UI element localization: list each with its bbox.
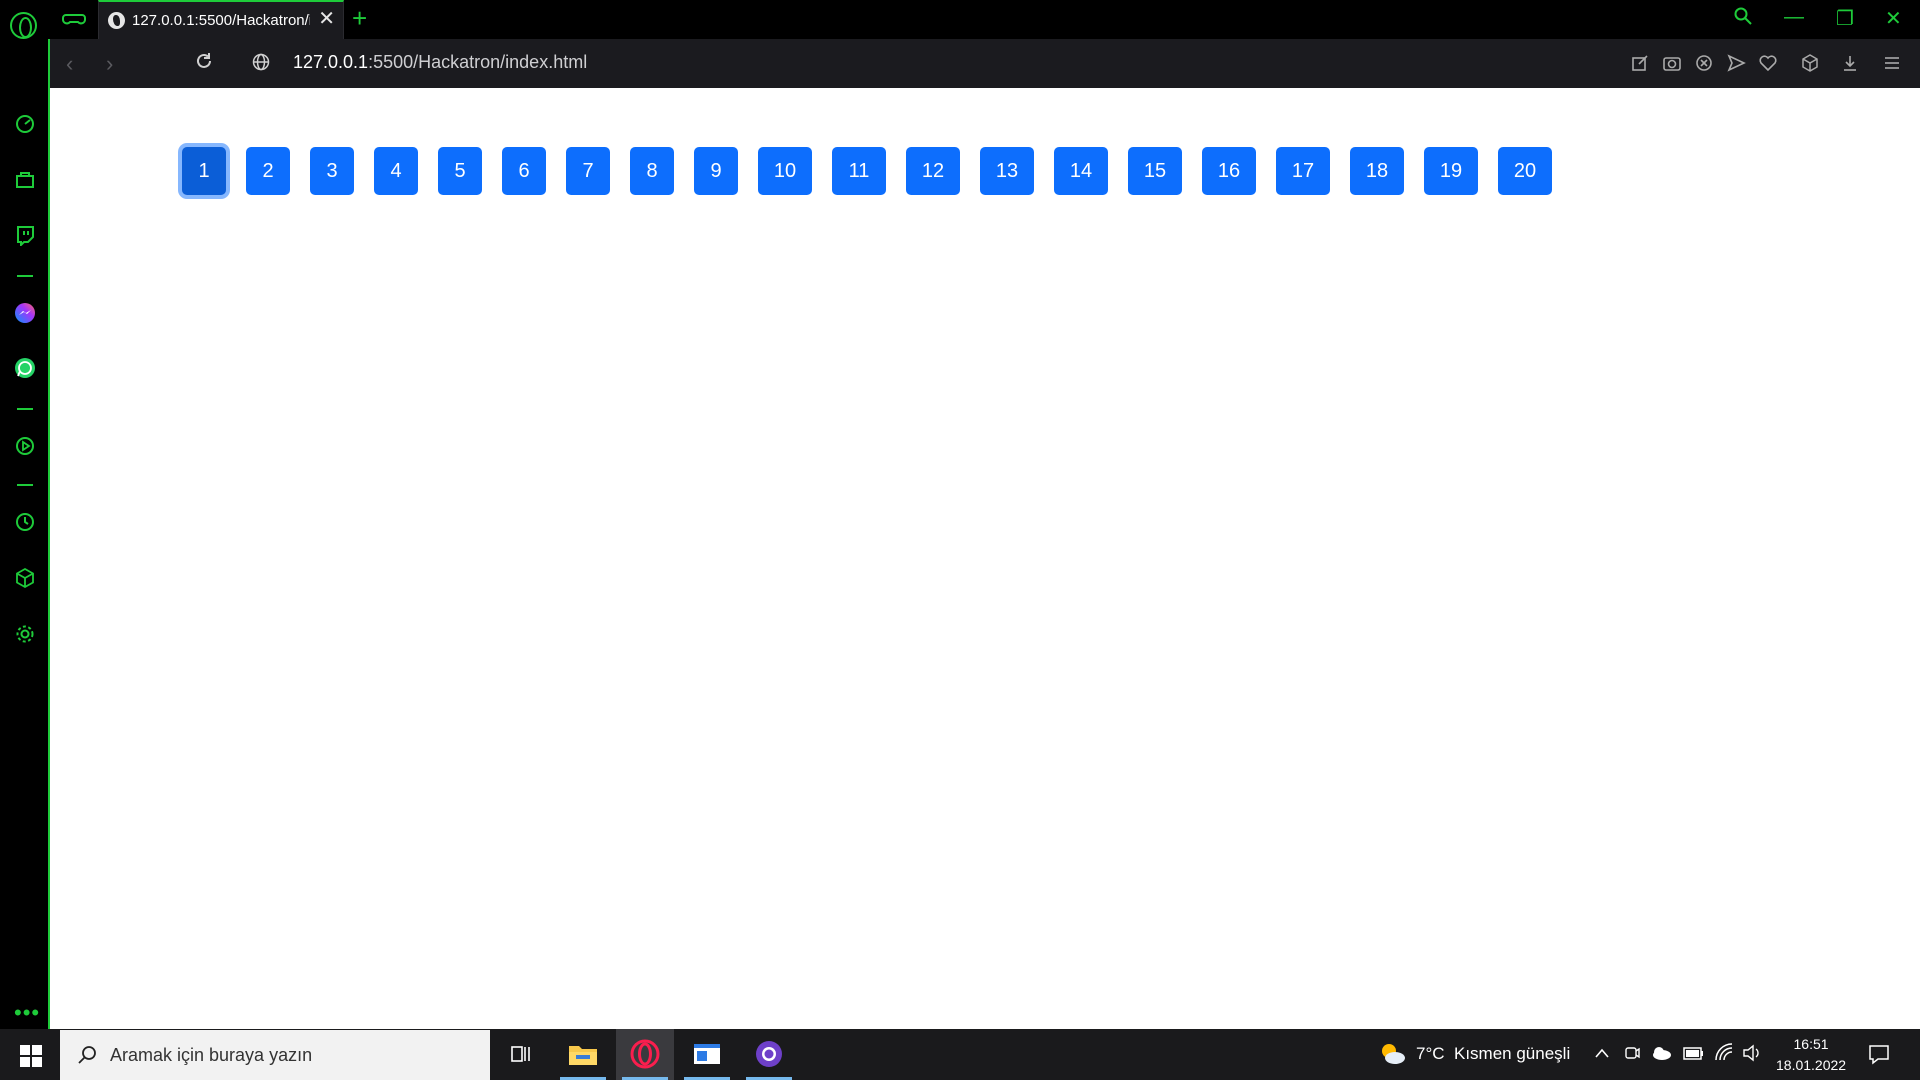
sidebar-separator — [17, 408, 33, 410]
sidebar: ••• — [0, 39, 50, 1029]
send-icon[interactable] — [1726, 53, 1746, 73]
camera-icon[interactable] — [1662, 53, 1682, 73]
app-window-icon — [694, 1044, 720, 1064]
sidebar-separator — [17, 484, 33, 486]
task-view-button[interactable] — [492, 1029, 550, 1080]
window-app[interactable] — [678, 1029, 736, 1080]
opera-gx-icon — [630, 1039, 660, 1069]
weather-partly-sunny-icon[interactable] — [1378, 1041, 1406, 1067]
player-icon[interactable] — [14, 435, 36, 457]
github-app[interactable] — [740, 1029, 798, 1080]
sidebar-more-icon[interactable]: ••• — [14, 1000, 40, 1026]
page-button-10[interactable]: 10 — [758, 147, 812, 195]
page-button-1[interactable]: 1 — [182, 147, 226, 195]
messenger-icon[interactable] — [14, 302, 36, 324]
tab-title: 127.0.0.1:5500/Hackatron/index.html — [132, 12, 310, 29]
page-button-17[interactable]: 17 — [1276, 147, 1330, 195]
reload-icon[interactable] — [194, 51, 214, 71]
page-button-8[interactable]: 8 — [630, 147, 674, 195]
opera-gx-logo-icon[interactable] — [10, 12, 37, 39]
weather-description[interactable]: Kısmen güneşli — [1454, 1044, 1570, 1064]
page-button-2[interactable]: 2 — [246, 147, 290, 195]
chevron-up-icon[interactable] — [1594, 1047, 1610, 1059]
opera-gx-app[interactable] — [616, 1029, 674, 1080]
extensions-icon[interactable] — [14, 567, 36, 589]
page-button-7[interactable]: 7 — [566, 147, 610, 195]
windows-start-icon[interactable] — [20, 1045, 42, 1067]
settings-icon[interactable] — [14, 623, 36, 645]
task-view-icon — [511, 1046, 530, 1062]
whatsapp-icon[interactable] — [14, 357, 36, 379]
page-button-5[interactable]: 5 — [438, 147, 482, 195]
notification-center-icon[interactable] — [1868, 1043, 1890, 1065]
easy-setup-icon[interactable] — [1882, 53, 1902, 73]
page-button-14[interactable]: 14 — [1054, 147, 1108, 195]
page-button-13[interactable]: 13 — [980, 147, 1034, 195]
minimize-button[interactable]: — — [1784, 6, 1804, 29]
taskbar-search-box[interactable]: Aramak için buraya yazın — [60, 1030, 490, 1080]
url-path: :5500/Hackatron/index.html — [368, 52, 588, 72]
battery-icon[interactable] — [1682, 1045, 1704, 1061]
page-button-11[interactable]: 11 — [832, 147, 886, 195]
wifi-icon[interactable] — [1714, 1043, 1734, 1063]
address-bar[interactable]: 127.0.0.1:5500/Hackatron/index.html — [293, 52, 587, 73]
page-button-9[interactable]: 9 — [694, 147, 738, 195]
search-icon — [78, 1046, 96, 1064]
windows-taskbar: Aramak için buraya yazın 7°C Kısmen güne… — [0, 1029, 1920, 1080]
extensions-cube-icon[interactable] — [1800, 53, 1820, 73]
meet-now-icon[interactable] — [1624, 1044, 1640, 1062]
weather-temperature[interactable]: 7°C — [1416, 1044, 1445, 1064]
heart-icon[interactable] — [1758, 53, 1778, 73]
adblock-icon[interactable] — [1694, 53, 1714, 73]
clock-time: 16:51 — [1793, 1036, 1829, 1052]
web-page: 1 2 3 4 5 6 7 8 9 10 11 12 13 14 15 16 17 18 19 20 — [50, 88, 1920, 1029]
history-icon[interactable] — [14, 511, 36, 533]
download-icon[interactable] — [1840, 53, 1860, 73]
page-button-20[interactable]: 20 — [1498, 147, 1552, 195]
title-bar: 127.0.0.1:5500/Hackatron/index.html ✕ + … — [0, 0, 1920, 39]
clock-date: 18.01.2022 — [1776, 1057, 1847, 1073]
page-button-16[interactable]: 16 — [1202, 147, 1256, 195]
twitch-icon[interactable] — [14, 224, 36, 246]
taskbar-clock[interactable]: 16:51 18.01.2022 — [1776, 1034, 1846, 1076]
page-button-15[interactable]: 15 — [1128, 147, 1182, 195]
page-button-12[interactable]: 12 — [906, 147, 960, 195]
close-window-button[interactable]: ✕ — [1885, 6, 1902, 31]
page-button-18[interactable]: 18 — [1350, 147, 1404, 195]
sidebar-separator — [17, 275, 33, 277]
forward-button[interactable]: › — [106, 51, 113, 77]
github-icon — [756, 1041, 782, 1067]
maximize-button[interactable]: ❐ — [1836, 6, 1854, 31]
url-host: 127.0.0.1 — [293, 52, 369, 72]
search-icon[interactable] — [1734, 7, 1752, 25]
search-placeholder: Aramak için buraya yazın — [110, 1045, 313, 1065]
folder-icon — [569, 1046, 597, 1065]
globe-favicon-icon — [108, 12, 125, 29]
page-button-4[interactable]: 4 — [374, 147, 418, 195]
close-tab-icon[interactable]: ✕ — [318, 9, 335, 29]
shopping-bag-icon[interactable] — [14, 168, 36, 190]
snapshot-edit-icon[interactable] — [1630, 53, 1650, 73]
page-button-19[interactable]: 19 — [1424, 147, 1478, 195]
page-button-3[interactable]: 3 — [310, 147, 354, 195]
speed-dial-icon[interactable] — [14, 113, 36, 135]
onedrive-cloud-icon[interactable] — [1650, 1045, 1672, 1061]
volume-icon[interactable] — [1742, 1043, 1764, 1063]
site-info-globe-icon[interactable] — [252, 53, 270, 71]
gx-control-icon[interactable] — [62, 10, 86, 28]
browser-tab[interactable]: 127.0.0.1:5500/Hackatron/index.html ✕ — [98, 0, 344, 39]
new-tab-button[interactable]: + — [352, 4, 367, 32]
address-toolbar: ‹ › 127.0.0.1:5500/Hackatron/index.html — [50, 39, 1920, 88]
back-button[interactable]: ‹ — [66, 51, 73, 77]
page-button-6[interactable]: 6 — [502, 147, 546, 195]
file-explorer-app[interactable] — [554, 1029, 612, 1080]
